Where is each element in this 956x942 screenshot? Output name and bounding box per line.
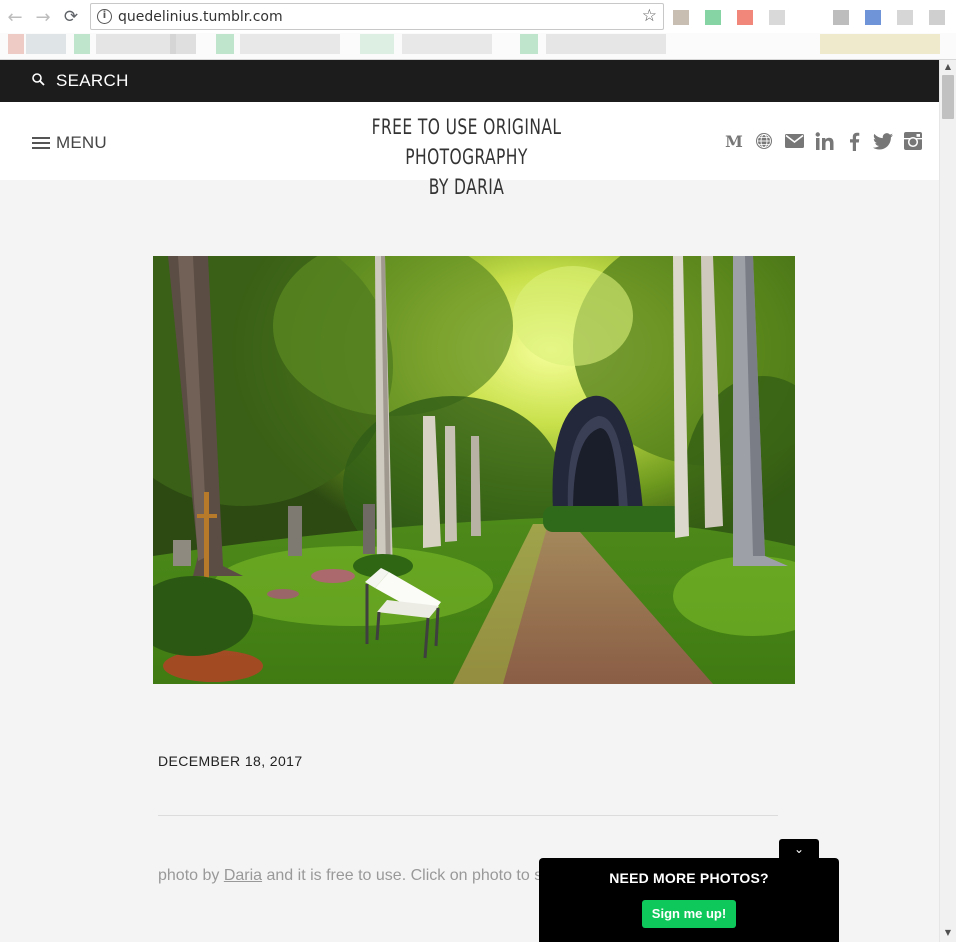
twitter-icon[interactable] [872, 130, 894, 152]
extension-icon[interactable] [769, 10, 785, 25]
bookmark-item[interactable] [8, 34, 24, 54]
bookmark-item[interactable] [216, 34, 234, 54]
vertical-scrollbar[interactable]: ▲ ▼ [939, 60, 956, 942]
menu-label: MENU [56, 133, 107, 152]
bookmark-item[interactable] [240, 34, 340, 54]
search-label[interactable]: SEARCH [56, 71, 129, 91]
site-header: MENU FREE TO USE ORIGINAL PHOTOGRAPHY BY… [0, 102, 939, 199]
reload-icon[interactable]: ⟳ [60, 6, 82, 28]
sign-up-button[interactable]: Sign me up! [642, 900, 736, 928]
extension-icon[interactable] [673, 10, 689, 25]
author-link[interactable]: Daria [224, 867, 262, 884]
bookmark-item[interactable] [170, 34, 196, 54]
post-divider [158, 815, 778, 816]
site-title[interactable]: FREE TO USE ORIGINAL PHOTOGRAPHY BY DARI… [330, 112, 603, 202]
menu-button[interactable]: MENU [32, 133, 107, 153]
post-caption: photo by Daria and it is free to use. Cl… [158, 867, 543, 884]
extension-icon[interactable] [929, 10, 945, 25]
bookmark-item[interactable] [520, 34, 538, 54]
bookmark-item[interactable] [820, 34, 940, 54]
instagram-icon[interactable] [902, 130, 924, 152]
bookmark-item[interactable] [402, 34, 492, 54]
bookmarks-bar [0, 33, 956, 60]
scroll-up-arrow-icon[interactable]: ▲ [940, 60, 956, 74]
search-icon [32, 73, 45, 86]
collapse-popup-button[interactable]: ⌄ [779, 839, 819, 859]
site-title-line-2: BY DARIA [428, 175, 505, 199]
medium-icon[interactable]: M [723, 130, 745, 152]
scroll-down-arrow-icon[interactable]: ▼ [940, 926, 956, 940]
linkedin-icon[interactable] [813, 130, 835, 152]
browser-toolbar: ← → ⟳ i quedelinius.tumblr.com ☆ [0, 0, 956, 33]
bookmark-star-icon[interactable]: ☆ [642, 6, 657, 26]
extension-icon[interactable] [737, 10, 753, 25]
bookmark-item[interactable] [546, 34, 666, 54]
back-arrow-icon[interactable]: ← [4, 6, 26, 28]
info-icon[interactable]: i [97, 9, 112, 24]
extension-icon[interactable] [897, 10, 913, 25]
post-photo[interactable] [153, 256, 795, 684]
bookmark-item[interactable] [26, 34, 66, 54]
extension-icon[interactable] [833, 10, 849, 25]
forest-path-image [153, 256, 795, 684]
scroll-thumb[interactable] [942, 75, 954, 119]
post-date[interactable]: DECEMBER 18, 2017 [158, 753, 303, 769]
url-text[interactable]: quedelinius.tumblr.com [118, 9, 283, 25]
bookmark-item[interactable] [74, 34, 90, 54]
hamburger-icon [32, 137, 50, 149]
popup-title: NEED MORE PHOTOS? [609, 870, 769, 886]
extension-icon[interactable] [705, 10, 721, 25]
bookmark-item[interactable] [360, 34, 394, 54]
extension-icon[interactable] [865, 10, 881, 25]
bookmark-item[interactable] [96, 34, 176, 54]
page-viewport: SEARCH MENU FREE TO USE ORIGINAL PHOTOGR… [0, 60, 939, 942]
globe-icon[interactable] [753, 130, 775, 152]
forward-arrow-icon[interactable]: → [32, 6, 54, 28]
mail-icon[interactable] [783, 130, 805, 152]
svg-text:M: M [725, 133, 743, 149]
newsletter-popup: NEED MORE PHOTOS? Sign me up! [539, 858, 839, 942]
search-bar[interactable]: SEARCH [0, 60, 939, 102]
facebook-icon[interactable] [843, 130, 865, 152]
address-bar[interactable]: i quedelinius.tumblr.com ☆ [90, 3, 664, 30]
site-title-line-1: FREE TO USE ORIGINAL PHOTOGRAPHY [371, 115, 562, 169]
